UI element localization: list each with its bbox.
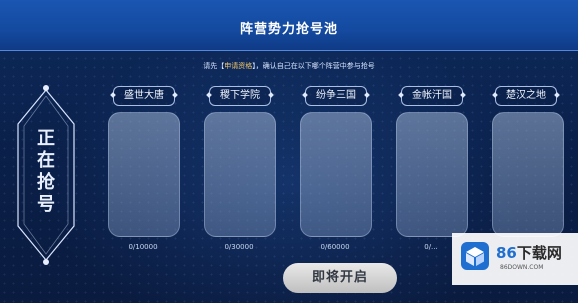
camp-card-sanguo[interactable]: [300, 112, 372, 237]
watermark-brand-num: 86: [496, 244, 517, 262]
page-title: 阵营势力抢号池: [239, 22, 338, 37]
camp-count-jixia: 0/30000: [224, 243, 254, 251]
apply-link[interactable]: 申请资格: [224, 62, 252, 70]
camp-card-tang[interactable]: [108, 112, 180, 237]
header-bar: 阵营势力抢号池: [0, 0, 578, 51]
camp-tag-chuhan: 楚汉之地: [495, 86, 557, 106]
camp-card-chuhan[interactable]: [492, 112, 564, 237]
watermark-brand: 86下载网: [496, 242, 562, 263]
instruction-text: 请先【申请资格】，确认自己在以下哪个阵营中参与抢号: [0, 61, 578, 71]
cube-logo-icon: [461, 242, 489, 270]
instruction-prefix: 请先【: [203, 62, 225, 70]
banner-char: 号: [37, 194, 55, 215]
start-button[interactable]: 即将开启: [283, 263, 397, 293]
camp-card-khanate[interactable]: [396, 112, 468, 237]
banner-char: 在: [37, 150, 55, 171]
status-banner: 正 在 抢 号: [8, 84, 84, 266]
banner-text: 正 在 抢 号: [8, 128, 84, 216]
instruction-suffix: 】，确认自己在以下哪个阵营中参与抢号: [252, 62, 375, 70]
camp-card-jixia[interactable]: [204, 112, 276, 237]
camp-count-tang: 0/10000: [128, 243, 158, 251]
banner-char: 正: [37, 128, 55, 149]
watermark-url: 86DOWN.COM: [500, 264, 544, 271]
camp-count-sanguo: 0/60000: [320, 243, 350, 251]
camp-tag-jixia: 稷下学院: [209, 86, 271, 106]
watermark-brand-text: 下载网: [516, 244, 562, 262]
camp-tag-khanate: 金帐汗国: [401, 86, 463, 106]
watermark: 86下载网 86DOWN.COM: [452, 233, 578, 285]
camp-tag-sanguo: 纷争三国: [305, 86, 367, 106]
banner-char: 抢: [37, 172, 55, 193]
app-screen: 阵营势力抢号池 请先【申请资格】，确认自己在以下哪个阵营中参与抢号 正 在 抢 …: [0, 0, 578, 303]
camp-tag-tang: 盛世大唐: [113, 86, 175, 106]
